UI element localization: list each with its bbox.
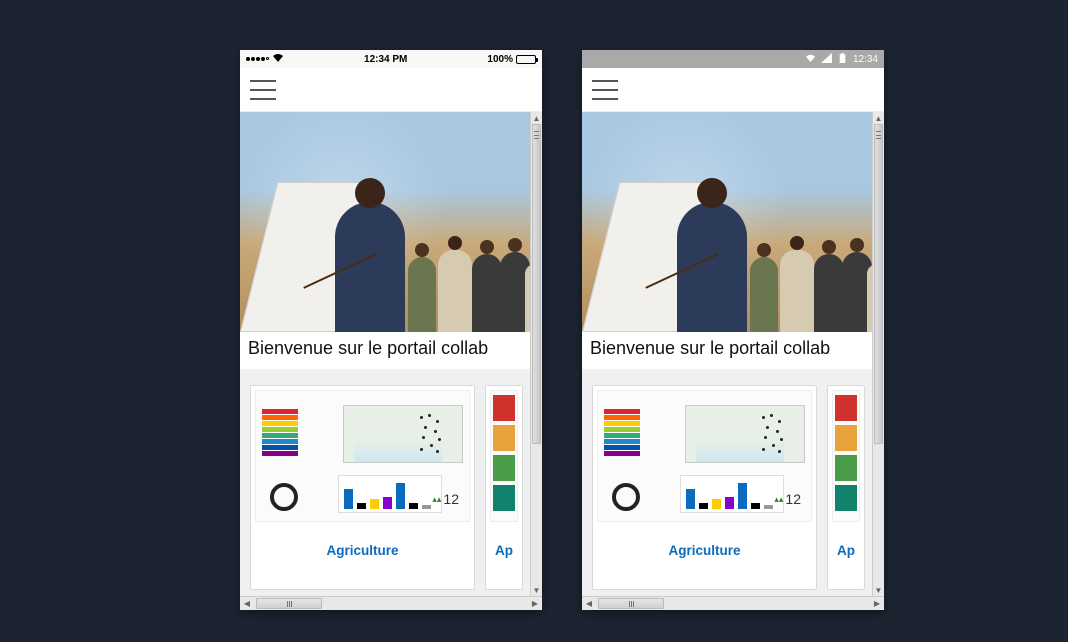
cards-carousel[interactable]: ▴▴ 12 Agriculture (582, 369, 872, 596)
welcome-heading: Bienvenue sur le portail collab (240, 332, 530, 369)
cards-carousel[interactable]: ▴▴ 12 Agriculture (240, 369, 530, 596)
thumb-number: ▴▴ 12 (432, 491, 459, 507)
ios-phone-frame: 12:34 PM 100% (240, 50, 542, 610)
wifi-icon (272, 53, 284, 65)
sdg-tiles (493, 395, 515, 511)
thumb-legend (604, 409, 640, 456)
android-phone-frame: 12:34 (582, 50, 884, 610)
app-header (240, 68, 542, 112)
scroll-right-arrow[interactable]: ▶ (528, 599, 542, 608)
horizontal-scrollbar[interactable]: ◀ ▶ (582, 596, 884, 610)
app-header (582, 68, 884, 112)
horizontal-scrollbar[interactable]: ◀ ▶ (240, 596, 542, 610)
status-time: 12:34 PM (364, 54, 407, 65)
scroll-right-arrow[interactable]: ▶ (870, 599, 884, 608)
scroll-left-arrow[interactable]: ◀ (582, 599, 596, 608)
signal-dots-icon (246, 57, 269, 61)
vertical-scrollbar[interactable]: ▲ ▼ (530, 112, 542, 596)
wifi-icon (805, 53, 816, 66)
hero-image (582, 112, 872, 332)
scroll-down-arrow[interactable]: ▼ (531, 584, 542, 596)
card-partial[interactable]: Ap (485, 385, 523, 590)
card-partial[interactable]: Ap (827, 385, 865, 590)
thumb-map (343, 405, 463, 463)
menu-icon[interactable] (592, 80, 618, 100)
content-viewport[interactable]: Bienvenue sur le portail collab (240, 112, 530, 596)
card-thumb: ▴▴ 12 (255, 390, 470, 522)
android-status-bar: 12:34 (582, 50, 884, 68)
battery-percent: 100% (487, 54, 513, 65)
ios-status-bar: 12:34 PM 100% (240, 50, 542, 68)
thumb-bars (338, 475, 442, 513)
hscroll-thumb[interactable] (598, 598, 664, 609)
card-title[interactable]: Agriculture (326, 543, 398, 558)
thumb-map (685, 405, 805, 463)
scroll-thumb[interactable] (874, 124, 883, 444)
card-agriculture[interactable]: ▴▴ 12 Agriculture (592, 385, 817, 590)
thumb-legend (262, 409, 298, 456)
hscroll-thumb[interactable] (256, 598, 322, 609)
signal-icon (821, 53, 832, 66)
hero-image (240, 112, 530, 332)
card-agriculture[interactable]: ▴▴ 12 Agriculture (250, 385, 475, 590)
card-thumb: ▴▴ 12 (597, 390, 812, 522)
thumb-donut (612, 483, 640, 511)
scroll-thumb[interactable] (532, 124, 541, 444)
scroll-up-arrow[interactable]: ▲ (531, 112, 542, 124)
status-time: 12:34 (853, 54, 878, 65)
scroll-left-arrow[interactable]: ◀ (240, 599, 254, 608)
content-viewport[interactable]: Bienvenue sur le portail collab (582, 112, 872, 596)
thumb-bars (680, 475, 784, 513)
thumb-donut (270, 483, 298, 511)
battery-icon (837, 53, 848, 66)
battery-icon (516, 55, 536, 64)
trend-up-icon: ▴▴ (432, 494, 441, 505)
thumb-number: ▴▴ 12 (774, 491, 801, 507)
scroll-down-arrow[interactable]: ▼ (873, 584, 884, 596)
vertical-scrollbar[interactable]: ▲ ▼ (872, 112, 884, 596)
welcome-heading: Bienvenue sur le portail collab (582, 332, 872, 369)
trend-up-icon: ▴▴ (774, 494, 783, 505)
card-title-partial[interactable]: Ap (495, 543, 513, 558)
sdg-tiles (835, 395, 857, 511)
scroll-up-arrow[interactable]: ▲ (873, 112, 884, 124)
card-title-partial[interactable]: Ap (837, 543, 855, 558)
menu-icon[interactable] (250, 80, 276, 100)
card-title[interactable]: Agriculture (668, 543, 740, 558)
